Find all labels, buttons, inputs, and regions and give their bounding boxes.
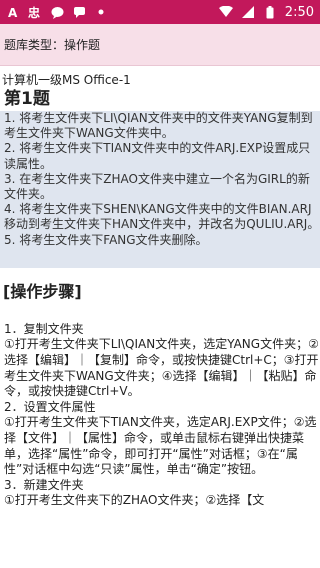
message-icon [72,5,86,19]
question-item: 4. 将考生文件夹下SHEN\KANG文件夹中的文件BIAN.ARJ移动到考生文… [4,202,320,232]
question-box: 1. 将考生文件夹下LI\QIAN文件夹中的文件夹YANG复制到考生文件夹下WA… [0,111,320,268]
wifi-icon [218,5,233,19]
step-line: 2．设置文件属性 [4,399,96,414]
system-icons: 2:50 [218,4,314,20]
battery-icon [263,5,277,19]
question-title: 第1题 [4,89,50,109]
status-bar: A 忠 2:50 [0,0,320,24]
question-type-bar: 题库类型：操作题 [0,24,320,66]
chat-icon [50,5,64,19]
dot-icon [94,5,108,19]
app-icon: 忠 [28,5,42,19]
step-line: ①打开考生文件夹下TIAN文件夹，选定ARJ.EXP文件；②选择【文件】｜【属性… [4,415,317,477]
question-type-label: 题库类型：操作题 [4,38,101,52]
svg-text:忠: 忠 [28,5,40,19]
question-item: 5. 将考生文件夹下FANG文件夹删除。 [4,232,208,247]
step-line: ①打开考生文件夹下的ZHAO文件夹；②选择【文 [4,493,265,508]
question-box-padding [4,248,320,268]
status-time: 2:50 [284,4,314,20]
a-icon: A [6,5,20,19]
question-item: 1. 将考生文件夹下LI\QIAN文件夹中的文件夹YANG复制到考生文件夹下WA… [4,111,313,141]
steps-title: [操作步骤] [3,281,82,301]
question-item: 3. 在考生文件夹下ZHAO文件夹中建立一个名为GIRL的新文件夹。 [4,171,310,202]
question-subtitle: 计算机一级MS Office-1 [2,73,131,87]
step-line: 3．新建文件夹 [4,477,84,492]
steps-body: 1．复制文件夹 ①打开考生文件夹下LI\QIAN文件夹，选定YANG文件夹；②选… [0,302,320,509]
notification-icons: A 忠 [6,5,219,19]
step-line: 1．复制文件夹 [4,321,84,336]
question-item: 2. 将考生文件夹下TIAN文件夹中的文件ARJ.EXP设置成只读属性。 [4,141,311,171]
step-line: ①打开考生文件夹下LI\QIAN文件夹，选定YANG文件夹；②选择【编辑】｜【复… [4,337,319,399]
question-content[interactable]: 计算机一级MS Office-1 第1题 1. 将考生文件夹下LI\QIAN文件… [0,66,320,568]
svg-text:A: A [8,6,18,18]
signal-icon [241,5,255,19]
